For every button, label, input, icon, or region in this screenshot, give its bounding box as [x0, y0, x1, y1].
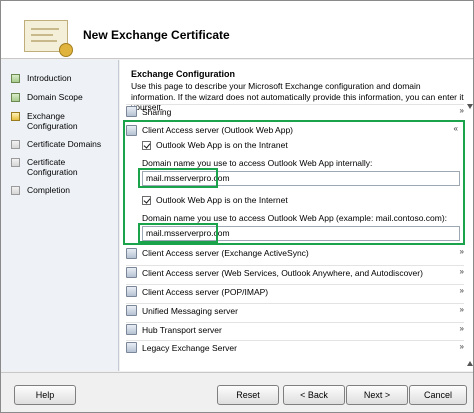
step-label: Completion [27, 185, 70, 195]
step-completion: Completion [11, 185, 70, 195]
owa-internet-checkbox[interactable]: Outlook Web App is on the Internet [142, 195, 288, 205]
reset-button[interactable]: Reset [217, 385, 279, 405]
owa-internet-label: Domain name you use to access Outlook We… [142, 213, 448, 223]
server-icon [126, 124, 137, 136]
section-label: Client Access server (Outlook Web App) [142, 125, 294, 135]
server-icon [126, 267, 137, 278]
step-pending-icon [11, 158, 20, 167]
chevron-up-icon[interactable]: « [454, 124, 458, 133]
section-label: Sharing [142, 106, 172, 117]
legacy-section[interactable]: Legacy Exchange Server » [126, 340, 464, 354]
scroll-indicator [467, 104, 473, 366]
activesync-section[interactable]: Client Access server (Exchange ActiveSyn… [126, 246, 464, 260]
step-label: Domain Scope [27, 92, 83, 102]
step-pending-icon [11, 140, 20, 149]
step-label: Certificate Configuration [27, 157, 78, 177]
checkmark-icon[interactable] [142, 195, 151, 205]
checkmark-icon[interactable] [142, 140, 151, 150]
wizard-header: New Exchange Certificate [1, 1, 473, 59]
server-icon [126, 305, 137, 316]
step-complete-icon [11, 74, 20, 83]
chevron-down-icon[interactable]: » [460, 106, 464, 115]
webservices-section[interactable]: Client Access server (Web Services, Outl… [126, 265, 464, 279]
page-title: New Exchange Certificate [83, 28, 230, 42]
section-title: Exchange Configuration [131, 69, 236, 79]
section-label: Client Access server (Exchange ActiveSyn… [142, 248, 309, 258]
certificate-icon [24, 20, 73, 57]
internet-value-highlight [138, 223, 218, 243]
server-icon [126, 324, 137, 335]
server-icon [126, 247, 137, 259]
um-section[interactable]: Unified Messaging server » [126, 303, 464, 317]
step-domain-scope: Domain Scope [11, 92, 83, 102]
step-complete-icon [11, 93, 20, 102]
next-button[interactable]: Next > [346, 385, 408, 405]
wizard-footer: Help Reset < Back Next > Cancel [1, 372, 473, 412]
step-certificate-domains: Certificate Domains [11, 139, 101, 149]
back-button[interactable]: < Back [283, 385, 345, 405]
chevron-down-icon[interactable]: » [460, 342, 464, 351]
checkbox-label: Outlook Web App is on the Internet [156, 195, 288, 205]
step-pending-icon [11, 186, 20, 195]
section-label: Unified Messaging server [142, 305, 238, 316]
step-certificate-configuration: Certificate Configuration [11, 157, 111, 177]
help-button[interactable]: Help [14, 385, 76, 405]
wizard-content: Exchange Configuration Use this page to … [120, 60, 473, 371]
step-label: Exchange Configuration [27, 111, 78, 131]
step-exchange-configuration: Exchange Configuration [11, 111, 111, 131]
section-label: Client Access server (POP/IMAP) [142, 286, 269, 297]
server-icon [126, 106, 137, 117]
popimap-section[interactable]: Client Access server (POP/IMAP) » [126, 284, 464, 298]
server-icon [126, 342, 137, 353]
server-icon [126, 286, 137, 297]
cancel-button[interactable]: Cancel [409, 385, 467, 405]
step-label: Introduction [27, 73, 72, 83]
section-label: Legacy Exchange Server [142, 342, 237, 353]
owa-intranet-checkbox[interactable]: Outlook Web App is on the Intranet [142, 140, 288, 150]
wizard-steps: Introduction Domain Scope Exchange Confi… [1, 60, 119, 371]
sharing-section[interactable]: Sharing » [126, 104, 464, 118]
intranet-value-highlight [138, 168, 218, 188]
chevron-down-icon[interactable]: » [460, 324, 464, 333]
chevron-down-icon[interactable]: » [460, 267, 464, 276]
section-label: Hub Transport server [142, 324, 222, 335]
owa-intranet-label: Domain name you use to access Outlook We… [142, 158, 373, 168]
wizard-window: New Exchange Certificate Introduction Do… [0, 0, 474, 413]
step-label: Certificate Domains [27, 139, 102, 149]
step-introduction: Introduction [11, 73, 71, 83]
chevron-down-icon[interactable]: » [460, 305, 464, 314]
chevron-down-icon[interactable]: » [460, 286, 464, 295]
owa-section[interactable]: Client Access server (Outlook Web App) « [126, 123, 464, 137]
hub-section[interactable]: Hub Transport server » [126, 322, 464, 336]
chevron-down-icon[interactable]: » [460, 247, 464, 256]
checkbox-label: Outlook Web App is on the Intranet [156, 140, 288, 150]
step-current-icon [11, 112, 20, 121]
section-label: Client Access server (Web Services, Outl… [142, 267, 423, 278]
